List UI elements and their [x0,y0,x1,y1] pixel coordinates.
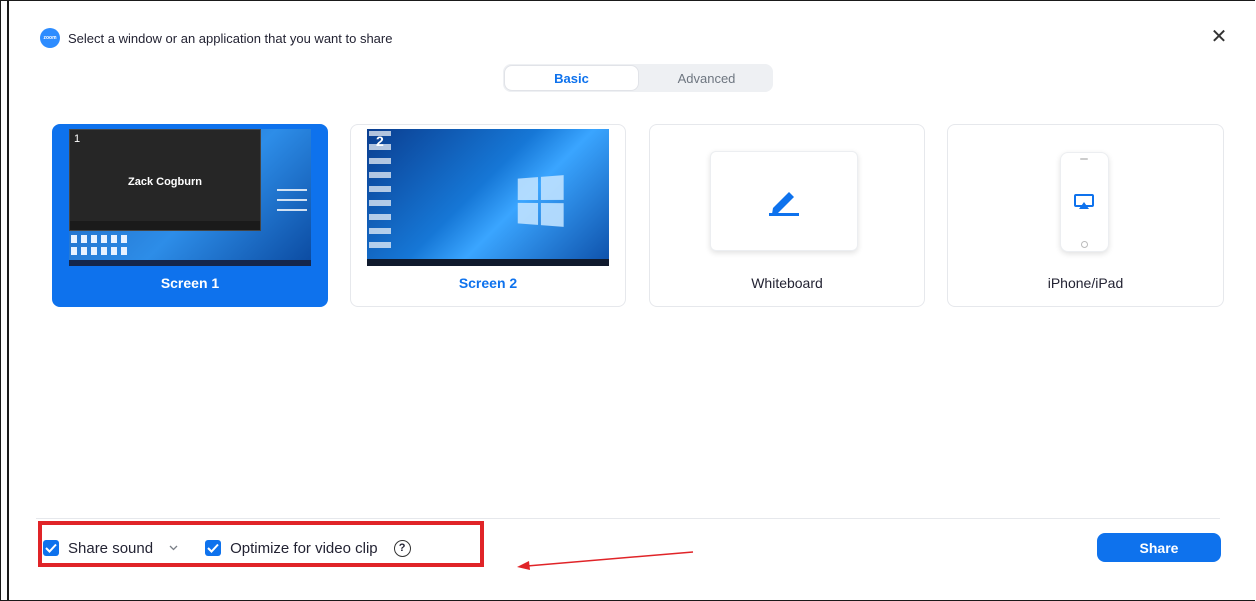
window-left-border [7,0,9,601]
desktop-side-icons [277,185,307,215]
annotation-arrow-icon [517,551,694,570]
footer-divider [36,518,1220,519]
zoom-meeting-window-preview: 1 Zack Cogburn [69,129,261,231]
desktop-icons-row [71,235,131,243]
whiteboard-tile [710,151,858,251]
airplay-icon [1074,194,1094,209]
share-option-screen-2[interactable]: 2 Screen 2 [350,124,626,307]
card-label: Screen 2 [458,275,518,291]
phone-speaker [1080,158,1088,160]
share-option-whiteboard[interactable]: Whiteboard [649,124,925,307]
window-title: Select a window or an application that y… [68,30,393,46]
taskbar-preview [69,260,311,266]
taskbar-preview [367,259,609,266]
zoom-logo-icon: zoom [40,28,60,48]
close-icon[interactable]: ✕ [1208,25,1230,48]
screen-number: 2 [376,133,384,149]
phone-home-button [1081,241,1088,248]
share-option-iphone-ipad[interactable]: iPhone/iPad [947,124,1224,307]
windows-logo-icon [517,175,564,227]
desktop-icons-row [71,247,131,255]
share-button[interactable]: Share [1097,533,1221,562]
tab-advanced[interactable]: Advanced [640,64,773,92]
share-mode-tabs: Basic Advanced [503,64,773,92]
pen-icon [769,192,799,216]
screen-number: 1 [74,133,81,145]
title-bar: zoom Select a window or an application t… [40,28,392,48]
annotation-highlight-box [38,521,484,567]
meeting-toolbar-preview [70,221,260,230]
zoom-logo-text: zoom [43,35,57,41]
share-option-screen-1[interactable]: 1 Zack Cogburn Screen 1 [52,124,328,307]
card-label: iPhone/iPad [1047,275,1124,291]
phone-tile [1060,152,1109,252]
card-label: Whiteboard [751,275,823,291]
card-label: Screen 1 [160,275,220,291]
desktop-icons-column [369,131,391,256]
tab-basic[interactable]: Basic [504,65,639,91]
screen-2-thumbnail: 2 [367,129,609,266]
participant-name: Zack Cogburn [128,176,202,188]
screen-1-thumbnail: 1 Zack Cogburn [69,129,311,266]
